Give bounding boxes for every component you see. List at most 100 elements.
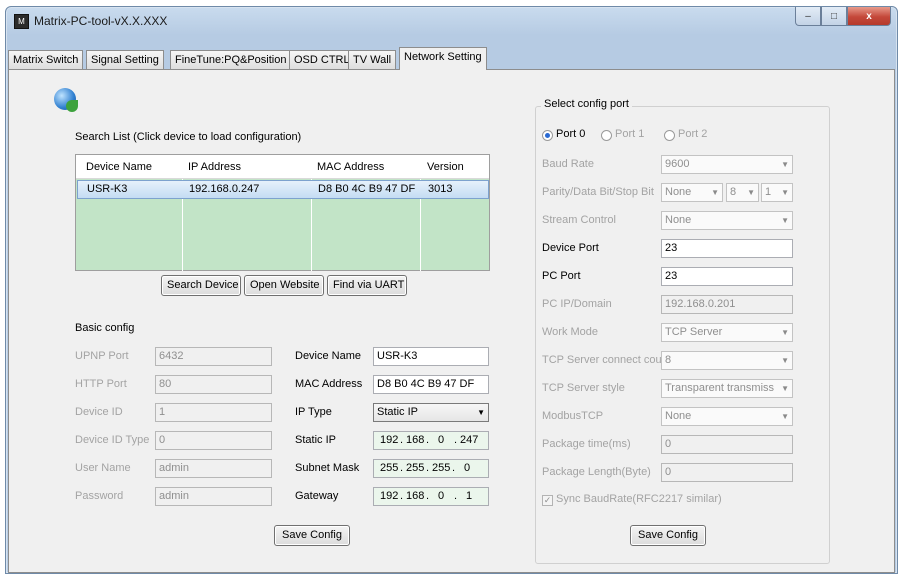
device-name-field[interactable]: USR-K3 [373,347,489,366]
subnet-mask-field[interactable]: 255. 255. 255. 0 [373,459,489,478]
pc-ip-field[interactable]: 192.168.0.201 [661,295,793,314]
tcp-connect-count-value: 8 [665,354,672,366]
work-mode-select[interactable]: TCP Server ▼ [661,323,793,342]
user-name-field[interactable]: admin [155,459,272,478]
device-port-field[interactable]: 23 [661,239,793,258]
table-header: Device Name IP Address MAC Address Versi… [76,155,489,179]
network-setting-panel: Search List (Click device to load config… [8,69,895,573]
tcp-server-style-value: Transparent transmiss [665,382,775,394]
mac-address-field[interactable]: D8 B0 4C B9 47 DF [373,375,489,394]
ip-octet: 168 [406,490,425,502]
http-port-label: HTTP Port [75,378,127,390]
password-field[interactable]: admin [155,487,272,506]
package-length-field[interactable]: 0 [661,463,793,482]
maximize-icon: □ [830,10,838,22]
ip-type-value: Static IP [377,406,418,418]
data-bit-value: 8 [730,186,737,198]
tab-finetune[interactable]: FineTune:PQ&Position [170,50,292,69]
column-header[interactable]: MAC Address [317,161,384,173]
tab-tv-wall[interactable]: TV Wall [348,50,397,69]
package-time-label: Package time(ms) [542,438,631,450]
minimize-button[interactable]: – [795,7,821,26]
baud-rate-label: Baud Rate [542,158,594,170]
tcp-connect-count-select[interactable]: 8 ▼ [661,351,793,370]
pc-port-field[interactable]: 23 [661,267,793,286]
port-0-label[interactable]: Port 0 [556,128,585,140]
pc-port-label: PC Port [542,270,581,282]
ip-dot: . [452,462,456,474]
column-header[interactable]: Version [427,161,464,173]
device-table[interactable]: Device Name IP Address MAC Address Versi… [75,154,490,271]
find-via-uart-button[interactable]: Find via UART [327,275,407,296]
sync-baudrate-checkbox[interactable]: ✓ [542,495,553,506]
save-port-config-button[interactable]: Save Config [630,525,706,546]
save-config-button[interactable]: Save Config [274,525,350,546]
upnp-port-field[interactable]: 6432 [155,347,272,366]
stream-control-select[interactable]: None ▼ [661,211,793,230]
title-bar: M Matrix-PC-tool-vX.X.XXX – □ x [6,7,897,37]
column-header[interactable]: IP Address [188,161,241,173]
device-id-field[interactable]: 1 [155,403,272,422]
ip-type-select[interactable]: Static IP ▼ [373,403,489,422]
user-name-label: User Name [75,462,131,474]
port-2-label[interactable]: Port 2 [678,128,707,140]
column-header[interactable]: Device Name [86,161,152,173]
upnp-port-label: UPNP Port [75,350,129,362]
stream-control-value: None [665,214,692,226]
check-icon: ✓ [543,495,552,505]
mac-address-cell: D8 B0 4C B9 47 DF [318,183,416,195]
modbus-tcp-select[interactable]: None ▼ [661,407,793,426]
basic-config-title: Basic config [75,322,135,334]
ip-type-label: IP Type [295,406,332,418]
chevron-down-icon: ▼ [477,408,485,417]
ip-octet: 247 [460,434,479,446]
window-controls: – □ x [795,7,891,27]
tcp-server-style-select[interactable]: Transparent transmiss ▼ [661,379,793,398]
password-label: Password [75,490,124,502]
parity-select[interactable]: None ▼ [661,183,723,202]
sync-baudrate-label[interactable]: Sync BaudRate(RFC2217 similar) [556,493,722,505]
tcp-server-style-label: TCP Server style [542,382,625,394]
device-id-type-label: Device ID Type [75,434,150,446]
tab-bar: Matrix Switch Signal Setting FineTune:PQ… [8,47,895,70]
device-id-label: Device ID [75,406,123,418]
ip-dot: . [426,490,430,502]
open-website-button[interactable]: Open Website [244,275,324,296]
close-icon: x [866,10,872,22]
gateway-field[interactable]: 192. 168. 0. 1 [373,487,489,506]
baud-rate-select[interactable]: 9600 ▼ [661,155,793,174]
ip-address-cell: 192.168.0.247 [189,183,260,195]
minimize-icon: – [805,10,811,22]
stop-bit-select[interactable]: 1 ▼ [761,183,793,202]
tab-signal-setting[interactable]: Signal Setting [86,50,164,69]
ip-octet: 192 [380,434,399,446]
search-device-button[interactable]: Search Device [161,275,241,296]
port-2-radio[interactable] [664,130,675,141]
port-1-label[interactable]: Port 1 [615,128,644,140]
ip-octet: 192 [380,490,399,502]
port-0-radio[interactable] [542,130,553,141]
port-1-radio[interactable] [601,130,612,141]
ip-octet: 0 [464,462,471,474]
close-button[interactable]: x [847,7,891,26]
pc-ip-label: PC IP/Domain [542,298,612,310]
ip-octet: 0 [438,434,445,446]
package-time-field[interactable]: 0 [661,435,793,454]
chevron-down-icon: ▼ [781,384,789,393]
tcp-connect-count-label: TCP Server connect cou [542,354,662,366]
tab-network-setting[interactable]: Network Setting [399,47,487,70]
modbus-tcp-label: ModbusTCP [542,410,604,422]
ip-octet: 255 [406,462,425,474]
device-id-type-field[interactable]: 0 [155,431,272,450]
parity-value: None [665,186,692,198]
table-row[interactable]: USR-K3 192.168.0.247 D8 B0 4C B9 47 DF 3… [77,180,489,199]
http-port-field[interactable]: 80 [155,375,272,394]
tab-osd-ctrl[interactable]: OSD CTRL [289,50,355,69]
ip-dot: . [400,434,404,446]
device-name-label: Device Name [295,350,362,362]
data-bit-select[interactable]: 8 ▼ [726,183,759,202]
work-mode-label: Work Mode [542,326,599,338]
tab-matrix-switch[interactable]: Matrix Switch [8,50,84,69]
static-ip-field[interactable]: 192. 168. 0. 247 [373,431,489,450]
maximize-button[interactable]: □ [821,7,847,26]
